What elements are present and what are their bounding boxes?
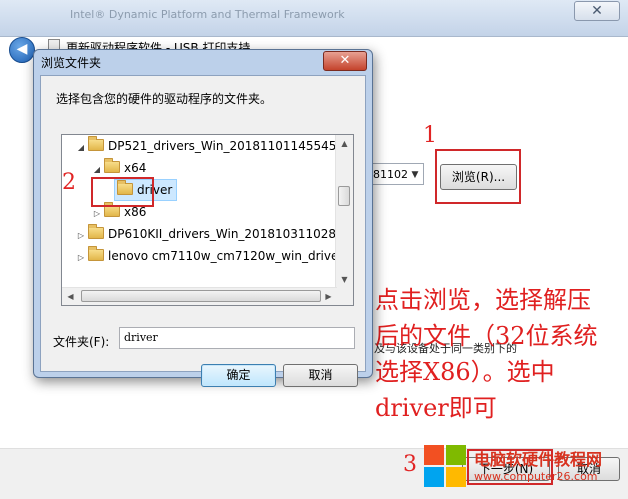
highlight-browse-box <box>435 149 521 204</box>
folder-icon <box>88 224 104 239</box>
scroll-right-arrow-icon[interactable]: ▶ <box>320 288 337 305</box>
folder-icon <box>88 246 104 261</box>
instruction-line: driver即可 <box>375 394 497 422</box>
scroll-thumb[interactable] <box>81 290 321 302</box>
scroll-left-arrow-icon[interactable]: ◀ <box>62 288 79 305</box>
folder-label: 文件夹(F): <box>53 335 110 349</box>
path-combobox[interactable]: 81102 ▼ <box>369 163 424 185</box>
highlight-driver-box <box>91 177 154 207</box>
watermark-text: 电脑软硬件教程网 <box>474 450 603 469</box>
watermark-url: www.computer26.com <box>474 470 598 483</box>
instruction-line: 后的文件（32位系统 <box>375 322 598 350</box>
window-close-button[interactable]: ✕ <box>574 1 620 21</box>
expand-arrow-icon[interactable]: ◢ <box>76 137 86 159</box>
step-2-number: 2 <box>62 170 76 195</box>
scroll-up-arrow-icon[interactable]: ▲ <box>336 135 353 152</box>
windows-logo-icon <box>424 445 468 489</box>
dialog-prompt: 选择包含您的硬件的驱动程序的文件夹。 <box>56 92 273 106</box>
scroll-thumb[interactable] <box>338 186 350 206</box>
folder-icon <box>88 136 104 151</box>
folder-tree[interactable]: ◢ DP521_drivers_Win_20181101145545 ◢ x64 d… <box>61 134 354 306</box>
tree-item[interactable]: ◢ x64 <box>92 157 146 179</box>
expand-arrow-icon[interactable]: ▷ <box>76 247 86 269</box>
dialog-close-button[interactable]: ✕ <box>323 51 367 71</box>
step-1-number: 1 <box>423 123 437 148</box>
dialog-body: 选择包含您的硬件的驱动程序的文件夹。 ◢ DP521_drivers_Win_20… <box>40 75 366 387</box>
tree-item[interactable]: ▷ DP610KII_drivers_Win_20181031102807 <box>76 223 351 245</box>
ok-button[interactable]: 确定 <box>201 364 276 387</box>
background-title-text: Intel® Dynamic Platform and Thermal Fram… <box>70 8 345 21</box>
back-arrow-button[interactable]: ◀ <box>9 37 35 63</box>
step-3-number: 3 <box>403 452 417 477</box>
folder-input[interactable]: driver <box>119 327 355 349</box>
scroll-corner <box>336 288 353 305</box>
instruction-text: 点击浏览，选择解压 后的文件（32位系统 选择X86）。选中 driver即可 <box>375 282 625 426</box>
instruction-line: 选择X86）。选中 <box>375 358 555 386</box>
tree-horizontal-scrollbar[interactable]: ◀ ▶ <box>62 287 337 305</box>
dialog-title: 浏览文件夹 <box>41 56 102 70</box>
browse-folder-dialog: 浏览文件夹 ✕ 选择包含您的硬件的驱动程序的文件夹。 ◢ DP521_driver… <box>33 49 373 387</box>
tree-item[interactable]: ◢ DP521_drivers_Win_20181101145545 <box>76 135 336 157</box>
chevron-down-icon: ▼ <box>411 170 419 180</box>
dialog-cancel-button[interactable]: 取消 <box>283 364 358 387</box>
scroll-down-arrow-icon[interactable]: ▼ <box>336 271 353 288</box>
window-title-bar: Intel® Dynamic Platform and Thermal Fram… <box>0 0 628 37</box>
folder-icon <box>104 158 120 173</box>
tree-vertical-scrollbar[interactable]: ▲ ▼ <box>335 135 353 288</box>
instruction-line: 点击浏览，选择解压 <box>375 286 591 314</box>
tree-item[interactable]: ▷ lenovo cm7110w_cm7120w_win_driver <box>76 245 343 267</box>
expand-arrow-icon[interactable]: ▷ <box>76 225 86 247</box>
